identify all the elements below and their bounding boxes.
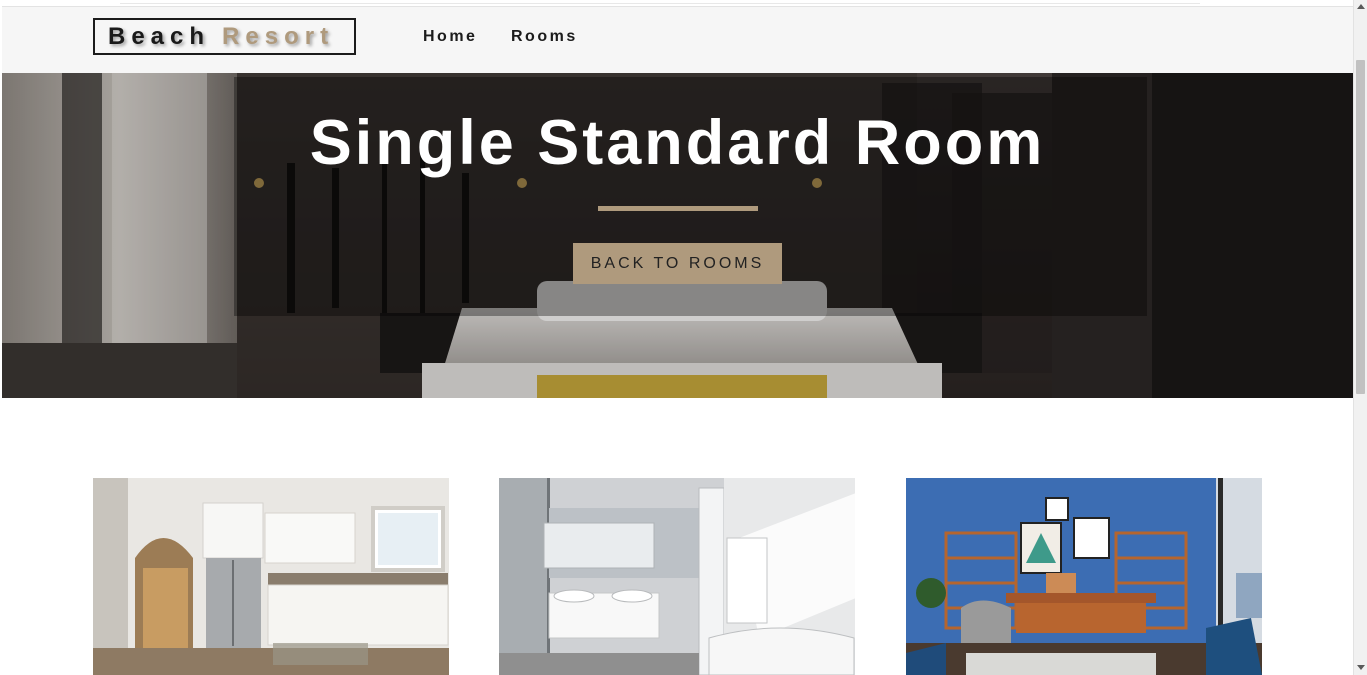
bathroom-image [499,478,855,675]
hero-banner: Single Standard Room BACK TO ROOMS [2,73,1353,398]
title-divider [598,206,758,211]
logo-word-beach: Beach [108,22,211,50]
logo[interactable]: Beach Resort [93,18,356,55]
study-room-image [906,478,1262,675]
gallery-image-bathroom[interactable] [499,478,855,675]
back-to-rooms-button[interactable]: BACK TO ROOMS [573,243,782,284]
nav-link-rooms[interactable]: Rooms [511,28,578,46]
page-title: Single Standard Room [309,108,1046,178]
scroll-up-arrow-icon[interactable] [1357,4,1365,9]
gallery-image-kitchen[interactable] [93,478,449,675]
page-scrollbar[interactable] [1353,0,1367,675]
logo-word-resort: Resort [222,22,335,50]
room-gallery [2,478,1353,675]
top-strip [2,0,1353,7]
gallery-image-study[interactable] [906,478,1262,675]
nav-link-home[interactable]: Home [423,28,477,46]
kitchen-image [93,478,449,675]
navbar: Beach Resort Home Rooms [2,7,1353,73]
scrollbar-thumb[interactable] [1356,60,1365,394]
scroll-down-arrow-icon[interactable] [1357,665,1365,670]
page: Beach Resort Home Rooms Single Standard … [2,0,1353,675]
